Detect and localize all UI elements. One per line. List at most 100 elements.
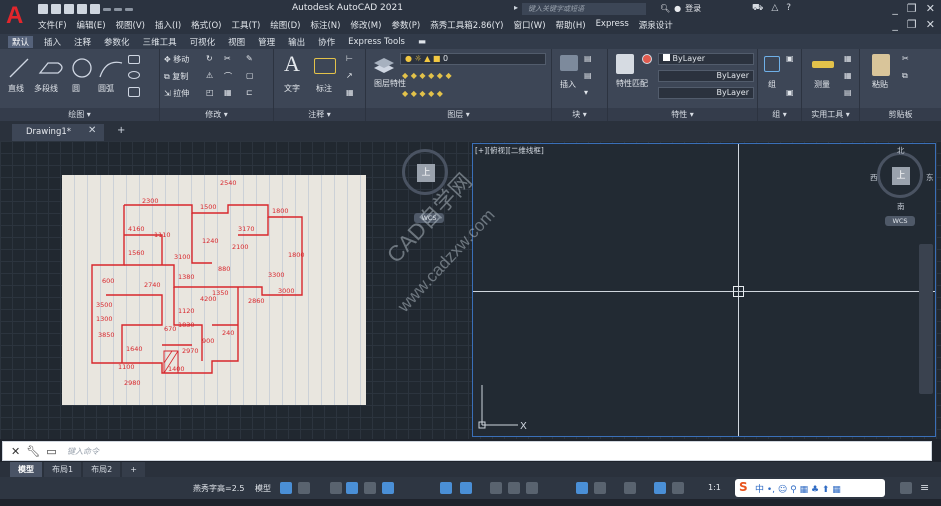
save-icon[interactable]: [64, 4, 74, 14]
panel-layers-title[interactable]: 图层 ▾: [366, 108, 551, 121]
rotate-icon[interactable]: ↻: [206, 54, 213, 63]
layer-tools-icons-row2[interactable]: ◆ ◆ ◆ ◆ ◆: [402, 89, 443, 98]
navigation-bar[interactable]: [919, 244, 933, 394]
tool-text[interactable]: 文字: [284, 83, 300, 94]
menu-insert[interactable]: 插入(I): [155, 19, 181, 31]
right-viewport[interactable]: [+][俯视][二维线框] 北 南 东 西 上 WCS: [472, 143, 936, 437]
explode-icon[interactable]: ▢: [246, 71, 254, 80]
polar-tracking-icon[interactable]: [382, 482, 394, 494]
snap-toggle-icon[interactable]: [298, 482, 310, 494]
object-snap-tracking-icon[interactable]: [440, 482, 452, 494]
tool-arc[interactable]: 圆弧: [98, 83, 114, 94]
cart-icon[interactable]: ⛟: [752, 3, 763, 14]
tab-model[interactable]: 模型: [10, 462, 42, 477]
ribbon-toggle-icon[interactable]: ▬: [416, 37, 428, 47]
tool-paste[interactable]: 粘贴: [872, 79, 888, 90]
menu-express[interactable]: Express: [596, 19, 629, 31]
paste-icon[interactable]: [872, 54, 890, 76]
sogou-ime-icon[interactable]: S: [739, 480, 748, 494]
array-icon[interactable]: ▦: [224, 88, 232, 97]
menu-dimension[interactable]: 标注(N): [310, 19, 340, 31]
customize-icon[interactable]: 🔧︎: [26, 445, 40, 458]
offset-icon[interactable]: ⊏: [246, 88, 253, 97]
search-icon[interactable]: 🔍︎: [660, 4, 670, 13]
insert-block-icon[interactable]: [560, 55, 578, 71]
tab-collaborate[interactable]: 协作: [316, 36, 337, 48]
ellipse-icon[interactable]: [128, 71, 140, 79]
tab-insert[interactable]: 插入: [42, 36, 63, 48]
tool-copy[interactable]: ⧉ 复制: [164, 71, 188, 82]
doc-restore-icon[interactable]: ❐: [907, 18, 917, 31]
cut-icon[interactable]: ✂: [902, 54, 909, 63]
calculator-icon[interactable]: ▦: [844, 54, 852, 63]
tool-polyline[interactable]: 多段线: [34, 83, 58, 94]
match-properties-icon[interactable]: [616, 54, 634, 74]
menu-help[interactable]: 帮助(H): [556, 19, 586, 31]
tool-layer-properties[interactable]: 图层特性: [374, 79, 406, 89]
tool-group[interactable]: 组: [768, 79, 776, 90]
create-block-icon[interactable]: ▤: [584, 54, 592, 63]
viewcube-top-face[interactable]: 上: [892, 167, 910, 185]
menu-parametric[interactable]: 参数(P): [391, 19, 420, 31]
fillet-icon[interactable]: ⌒: [224, 71, 232, 82]
linetype-dropdown[interactable]: ByLayer: [658, 70, 754, 82]
viewcube-west[interactable]: 西: [870, 172, 878, 183]
mirror-icon[interactable]: ⚠: [206, 71, 213, 80]
menu-view[interactable]: 视图(V): [116, 19, 145, 31]
customize-status-icon[interactable]: ≡: [920, 481, 929, 494]
tool-stretch[interactable]: ⇲ 拉伸: [164, 88, 189, 99]
close-command-line-icon[interactable]: ✕: [11, 445, 20, 458]
tool-circle[interactable]: 圆: [72, 83, 80, 94]
menu-edit[interactable]: 编辑(E): [77, 19, 106, 31]
viewcube-north[interactable]: 北: [897, 145, 905, 156]
menu-yanxiu-tools[interactable]: 燕秀工具箱2.86(Y): [430, 19, 503, 31]
panel-draw-title[interactable]: 绘图 ▾: [0, 108, 159, 121]
left-viewport[interactable]: 上 WCS 2540 2300 1500 1800 4160 1110 3170…: [0, 141, 470, 439]
menu-draw[interactable]: 绘图(D): [270, 19, 300, 31]
menu-file[interactable]: 文件(F): [38, 19, 67, 31]
object-snap-icon[interactable]: [460, 482, 472, 494]
tab-parametric[interactable]: 参数化: [102, 36, 132, 48]
infer-constraints-icon[interactable]: [330, 482, 342, 494]
scale-icon[interactable]: ◰: [206, 88, 214, 97]
rectangle-icon[interactable]: [128, 55, 140, 64]
tool-measure[interactable]: 测量: [814, 79, 830, 90]
copy-clip-icon[interactable]: ⧉: [902, 71, 908, 81]
block-attribute-icon[interactable]: ▾: [584, 88, 588, 97]
login-area[interactable]: 🔍︎ ● 登录: [660, 3, 701, 14]
layer-properties-icon[interactable]: [372, 54, 396, 76]
text-tool-icon[interactable]: A: [284, 51, 300, 77]
command-line[interactable]: ✕ 🔧︎ ▭ 键入命令: [2, 441, 932, 461]
tool-line[interactable]: 直线: [8, 83, 24, 94]
viewcube-top-face[interactable]: 上: [417, 164, 435, 182]
wcs-menu[interactable]: WCS: [885, 216, 915, 226]
group-icon[interactable]: [764, 56, 780, 72]
tool-move[interactable]: ✥ 移动: [164, 54, 189, 65]
tab-default[interactable]: 默认: [8, 35, 34, 48]
viewport-controls-label[interactable]: [+][俯视][二维线框]: [475, 145, 544, 156]
panel-modify-title[interactable]: 修改 ▾: [160, 108, 273, 121]
recent-commands-icon[interactable]: ▭: [46, 445, 56, 458]
tab-layout1[interactable]: 布局1: [44, 462, 82, 477]
quick-select-icon[interactable]: ▦: [844, 71, 852, 80]
dynamic-input-icon[interactable]: [346, 482, 358, 494]
restore-icon[interactable]: ❐: [907, 2, 917, 15]
print-icon[interactable]: [90, 4, 100, 14]
doc-minimize-icon[interactable]: _: [892, 18, 898, 31]
multileader-icon[interactable]: ↗: [346, 71, 353, 80]
grid-toggle-icon[interactable]: [280, 482, 292, 494]
viewcube-east[interactable]: 东: [926, 172, 934, 183]
trim-icon[interactable]: ✂: [224, 54, 231, 63]
id-point-icon[interactable]: ▤: [844, 88, 852, 97]
group-edit-icon[interactable]: ▣: [786, 88, 794, 97]
dimension-icon[interactable]: [314, 58, 336, 74]
menu-yuanquan[interactable]: 源泉设计: [639, 19, 673, 31]
fullscreen-icon[interactable]: [900, 482, 912, 494]
customize-toolbar-icon[interactable]: [125, 7, 133, 11]
open-file-icon[interactable]: [51, 4, 61, 14]
tab-3d-tools[interactable]: 三维工具: [141, 36, 179, 48]
selection-cycling-icon[interactable]: [526, 482, 538, 494]
tab-layout2[interactable]: 布局2: [83, 462, 121, 477]
menu-window[interactable]: 窗口(W): [513, 19, 545, 31]
auto-scale-icon[interactable]: [672, 482, 684, 494]
